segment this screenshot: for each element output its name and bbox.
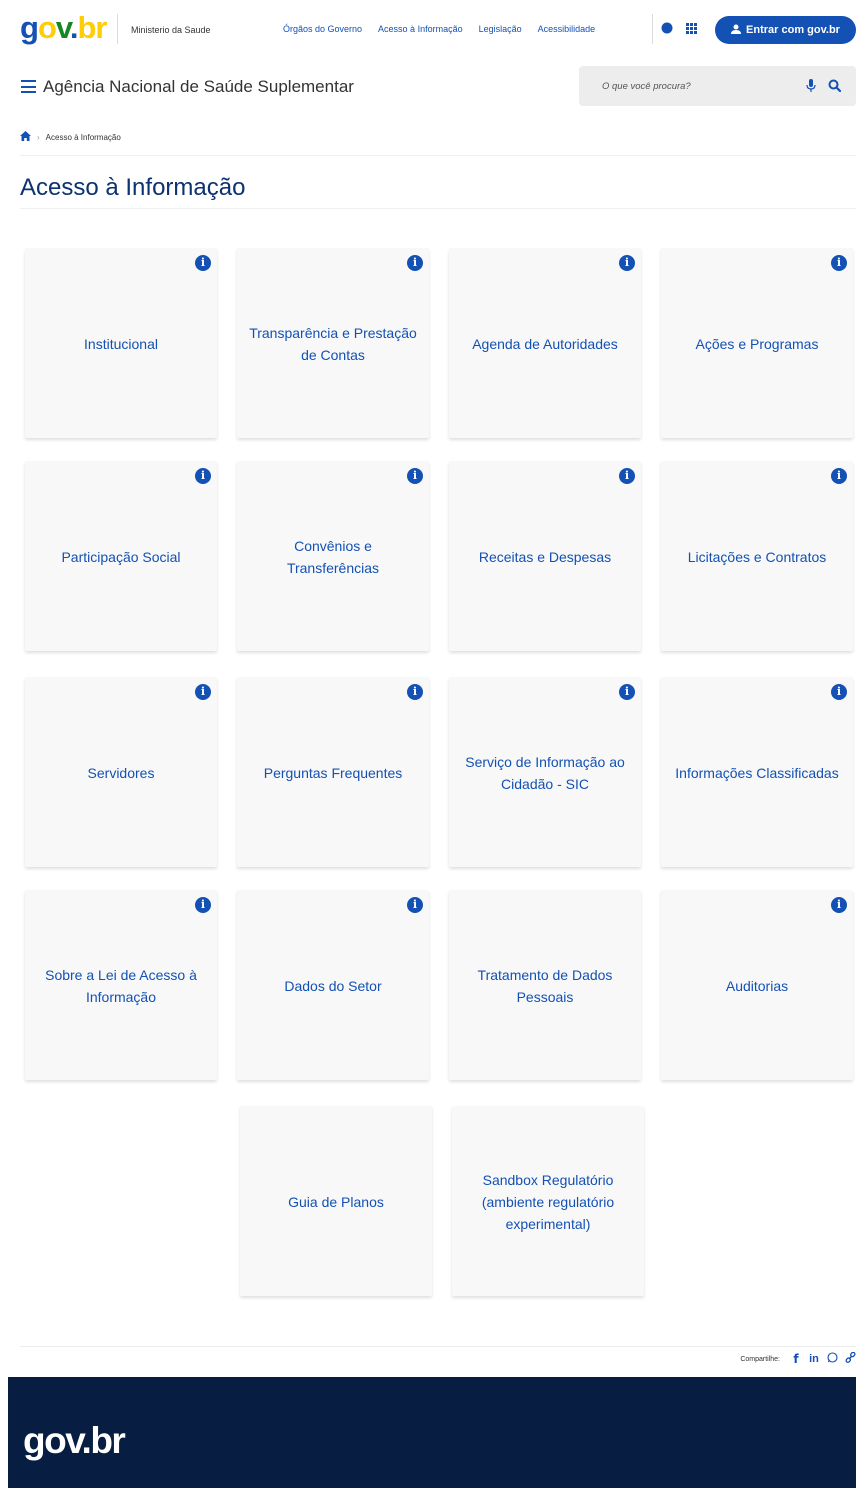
card-label: Convênios e Transferências — [286, 538, 380, 576]
chevron-right-icon: › — [37, 132, 40, 142]
card-label: Serviço de Informação ao Cidadão - SIC — [465, 754, 625, 792]
link-legislacao[interactable]: Legislação — [479, 24, 522, 34]
card-label: Dados do Setor — [284, 978, 382, 994]
card-auditorias[interactable]: i Auditorias — [661, 890, 853, 1080]
info-icon[interactable]: i — [407, 255, 423, 271]
info-icon[interactable]: i — [195, 255, 211, 271]
search-icon[interactable] — [828, 79, 842, 93]
top-links: Órgãos do Governo Acesso à Informação Le… — [283, 24, 595, 34]
govbr-logo[interactable]: gov.br — [20, 10, 107, 46]
footer-govbr-logo[interactable]: gov.br — [23, 1420, 126, 1462]
card-participacao-social[interactable]: i Participação Social — [25, 461, 217, 651]
search-placeholder: O que você procura? — [602, 81, 691, 92]
card-dados-setor[interactable]: i Dados do Setor — [237, 890, 429, 1080]
info-icon[interactable]: i — [407, 897, 423, 913]
card-perguntas-frequentes[interactable]: i Perguntas Frequentes — [237, 677, 429, 867]
card-sic[interactable]: i Serviço de Informação ao Cidadão - SIC — [449, 677, 641, 867]
info-icon[interactable]: i — [831, 897, 847, 913]
card-servidores[interactable]: i Servidores — [25, 677, 217, 867]
card-label: Sandbox Regulatório (ambiente regulatóri… — [481, 1172, 615, 1232]
card-informacoes-classificadas[interactable]: i Informações Classificadas — [661, 677, 853, 867]
login-button[interactable]: Entrar com gov.br — [715, 16, 856, 44]
card-acoes-programas[interactable]: i Ações e Programas — [661, 248, 853, 438]
card-label: Auditorias — [725, 978, 789, 994]
card-label: Guia de Planos — [288, 1194, 384, 1210]
page-title: Acesso à Informação — [20, 174, 246, 201]
card-agenda-autoridades[interactable]: i Agenda de Autoridades — [449, 248, 641, 438]
footer: gov.br — [8, 1377, 856, 1488]
info-icon[interactable]: i — [195, 684, 211, 700]
whatsapp-icon[interactable] — [826, 1352, 838, 1366]
page: gov.br Ministerio da Saude Órgãos do Gov… — [0, 0, 856, 1488]
link-orgaos-governo[interactable]: Órgãos do Governo — [283, 24, 362, 34]
link-acessibilidade[interactable]: Acessibilidade — [538, 24, 596, 34]
card-label: Licitações e Contratos — [687, 549, 827, 565]
info-icon[interactable]: i — [195, 468, 211, 484]
search-input[interactable]: O que você procura? — [579, 66, 856, 106]
home-icon[interactable] — [20, 128, 31, 146]
info-icon[interactable]: i — [619, 255, 635, 271]
breadcrumb: › Acesso à Informação — [20, 130, 121, 144]
card-label: Ações e Programas — [695, 336, 819, 352]
card-label: Transparência e Prestação de Contas — [249, 325, 417, 363]
card-sandbox-regulatorio[interactable]: Sandbox Regulatório (ambiente regulatóri… — [452, 1106, 644, 1296]
card-label: Informações Classificadas — [675, 765, 839, 781]
info-icon[interactable]: i — [619, 468, 635, 484]
breadcrumb-current: Acesso à Informação — [45, 132, 121, 142]
microphone-icon[interactable] — [806, 79, 816, 93]
site-title[interactable]: Agência Nacional de Saúde Suplementar — [43, 77, 354, 97]
info-icon[interactable]: i — [831, 255, 847, 271]
info-icon[interactable]: i — [195, 897, 211, 913]
divider — [20, 155, 856, 156]
hamburger-menu-icon[interactable] — [21, 80, 36, 93]
card-label: Servidores — [87, 765, 155, 781]
card-transparencia[interactable]: i Transparência e Prestação de Contas — [237, 248, 429, 438]
card-tratamento-dados[interactable]: Tratamento de Dados Pessoais — [449, 890, 641, 1080]
share-label: Compartilhe: — [740, 1355, 780, 1363]
info-icon[interactable]: i — [831, 684, 847, 700]
card-label: Tratamento de Dados Pessoais — [477, 967, 613, 1005]
login-label: Entrar com gov.br — [746, 24, 840, 36]
site-header: Agência Nacional de Saúde Suplementar O … — [0, 66, 856, 110]
user-icon — [731, 24, 742, 37]
card-receitas-despesas[interactable]: i Receitas e Despesas — [449, 461, 641, 651]
card-label: Receitas e Despesas — [478, 549, 612, 565]
top-bar: gov.br Ministerio da Saude Órgãos do Gov… — [0, 0, 856, 58]
card-licitacoes-contratos[interactable]: i Licitações e Contratos — [661, 461, 853, 651]
apps-grid-icon[interactable] — [684, 21, 698, 35]
card-institucional[interactable]: i Institucional — [25, 248, 217, 438]
card-label: Participação Social — [61, 549, 181, 565]
link-icon[interactable] — [844, 1351, 856, 1366]
info-icon[interactable]: i — [407, 684, 423, 700]
contrast-icon[interactable] — [660, 21, 674, 35]
card-label: Agenda de Autoridades — [472, 336, 618, 352]
divider — [20, 208, 856, 209]
share-bar: Compartilhe: f in — [740, 1351, 856, 1366]
card-label: Sobre a Lei de Acesso à Informação — [45, 967, 197, 1005]
card-convenios[interactable]: i Convênios e Transferências — [237, 461, 429, 651]
divider — [20, 1346, 856, 1347]
card-label: Institucional — [84, 336, 158, 352]
divider — [652, 14, 653, 44]
ministry-name: Ministerio da Saude — [131, 25, 211, 35]
info-icon[interactable]: i — [619, 684, 635, 700]
card-guia-planos[interactable]: Guia de Planos — [240, 1106, 432, 1296]
info-icon[interactable]: i — [407, 468, 423, 484]
card-lei-acesso-informacao[interactable]: i Sobre a Lei de Acesso à Informação — [25, 890, 217, 1080]
card-label: Perguntas Frequentes — [263, 765, 403, 781]
facebook-icon[interactable]: f — [790, 1352, 802, 1366]
link-acesso-informacao[interactable]: Acesso à Informação — [378, 24, 463, 34]
info-icon[interactable]: i — [831, 468, 847, 484]
divider — [117, 14, 118, 44]
linkedin-icon[interactable]: in — [808, 1353, 820, 1365]
